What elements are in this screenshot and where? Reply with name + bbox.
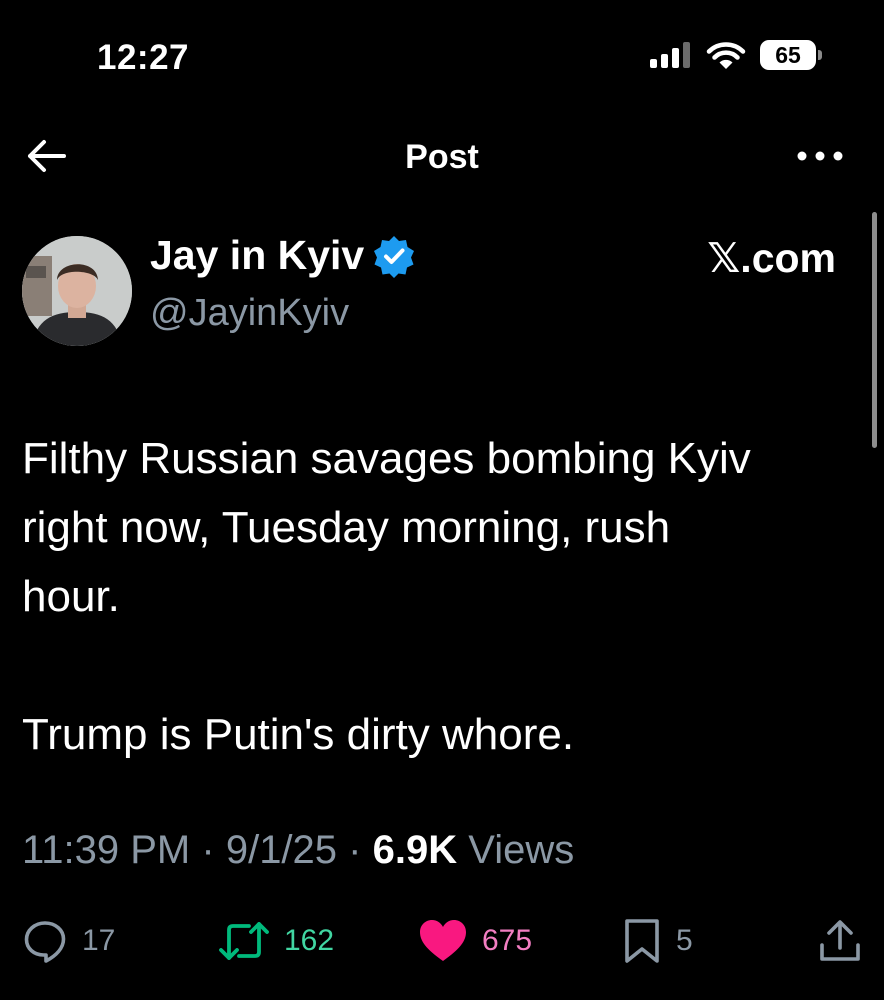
nav-bar: Post [0, 120, 884, 194]
battery-level: 65 [760, 40, 816, 70]
status-bar: 12:27 65 [0, 0, 884, 110]
verified-badge-icon [374, 235, 415, 278]
reply-icon [24, 921, 66, 963]
repost-count: 162 [284, 924, 335, 957]
more-icon[interactable] [794, 144, 846, 168]
author-name[interactable]: Jay in Kyiv [150, 232, 416, 279]
like-button[interactable]: 675 [418, 918, 532, 964]
author-handle[interactable]: @JayinKyiv [150, 292, 349, 335]
battery-tip [818, 50, 822, 60]
like-count: 675 [482, 924, 533, 957]
meta-separator: · [348, 828, 362, 872]
share-button[interactable] [818, 918, 862, 964]
brand-watermark: 𝕏.com [707, 235, 836, 281]
reply-count: 17 [82, 924, 116, 957]
battery-icon: 65 [760, 40, 822, 70]
status-icons: 65 [650, 40, 822, 70]
action-bar: 17 162 675 5 [0, 918, 884, 974]
post-paragraph-1: Filthy Russian savages bombing Kyiv righ… [22, 434, 751, 621]
author-name-text: Jay in Kyiv [150, 232, 365, 278]
heart-icon [420, 920, 466, 961]
post-date[interactable]: 9/1/25 [226, 828, 337, 872]
scrollbar[interactable] [872, 212, 877, 448]
post-text: Filthy Russian savages bombing Kyiv righ… [22, 424, 862, 769]
meta-separator: · [201, 828, 215, 872]
post-paragraph-2: Trump is Putin's dirty whore. [22, 710, 575, 759]
views-label: Views [468, 828, 575, 872]
page-title: Post [405, 138, 479, 176]
reply-button[interactable]: 17 [22, 918, 115, 964]
share-icon [820, 920, 860, 961]
bookmark-button[interactable]: 5 [622, 918, 693, 964]
post-time[interactable]: 11:39 PM [22, 828, 190, 872]
avatar[interactable] [22, 236, 132, 346]
post-meta: 11:39 PM · 9/1/25 · 6.9K Views [22, 828, 574, 873]
signal-icon [650, 42, 690, 68]
avatar-image [22, 236, 132, 346]
status-time: 12:27 [97, 38, 190, 77]
bookmark-icon [625, 919, 659, 963]
wifi-icon [706, 42, 746, 69]
views-count: 6.9K [372, 828, 458, 872]
bookmark-count: 5 [676, 924, 693, 957]
repost-button[interactable]: 162 [218, 918, 334, 964]
repost-icon [219, 922, 269, 960]
